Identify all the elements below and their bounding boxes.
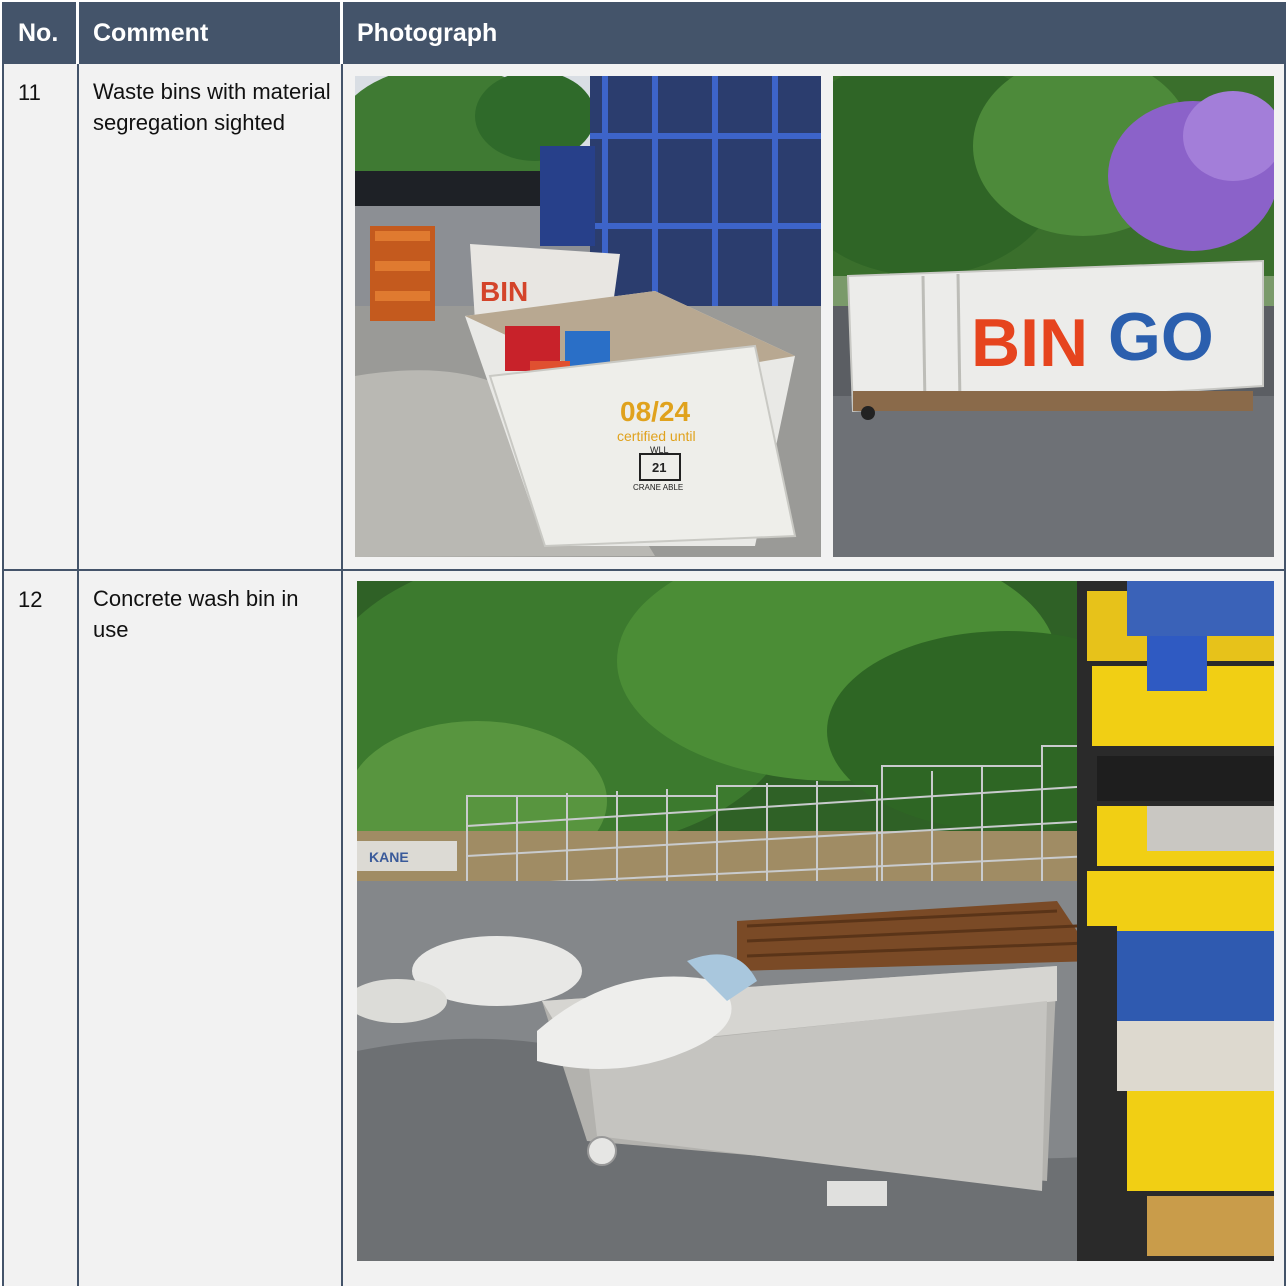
bin-brand-part2: GO	[1108, 299, 1214, 375]
column-divider	[341, 64, 343, 1286]
row-comment: Waste bins with material segregation sig…	[93, 79, 331, 135]
header-divider	[340, 2, 343, 64]
row-divider	[2, 569, 1286, 571]
photo-concrete-wash-bin: KANE	[357, 581, 1274, 1261]
inspection-table: No. Comment Photograph 11 Waste bins wit…	[2, 2, 1286, 1286]
header-no: No.	[18, 19, 59, 47]
table-row: 11 Waste bins with material segregation …	[2, 64, 1286, 569]
bin-brand-part1: BIN	[971, 305, 1088, 381]
crane-label: CRANE ABLE	[633, 483, 683, 492]
table-left-border	[2, 2, 4, 1286]
row-number: 11	[18, 80, 41, 105]
header-divider	[76, 2, 79, 64]
site-sign-text: KANE	[369, 849, 409, 865]
wll-label: WLL	[650, 445, 669, 455]
header-photograph: Photograph	[357, 19, 498, 47]
row-comment: Concrete wash bin in use	[93, 586, 299, 642]
stencil-date: 08/24	[620, 396, 690, 427]
photo-skip-bin: BIN 08/24 certified until WLL 21 CRANE A…	[355, 76, 821, 557]
table-header: No. Comment Photograph	[2, 2, 1286, 64]
wll-value: 21	[652, 460, 666, 475]
header-comment: Comment	[93, 19, 209, 47]
row-number: 12	[18, 587, 43, 612]
stencil-text: certified until	[617, 428, 696, 444]
back-bin-text: BIN	[480, 276, 528, 307]
column-divider	[77, 64, 79, 1286]
photo-bingo-bin: BIN GO	[833, 76, 1274, 557]
table-row: 12 Concrete wash bin in use KANE	[2, 571, 1286, 1286]
